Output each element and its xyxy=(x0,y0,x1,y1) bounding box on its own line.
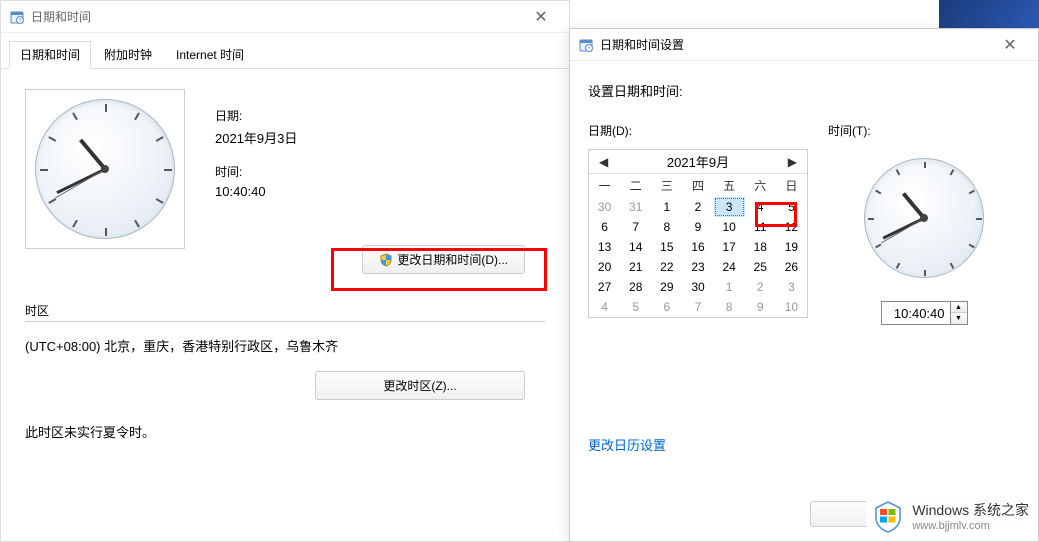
time-label: 时间: xyxy=(215,163,297,180)
calendar-day[interactable]: 1 xyxy=(714,277,745,297)
highlight-change-datetime xyxy=(331,248,547,291)
tab-datetime[interactable]: 日期和时间 xyxy=(9,41,91,69)
highlight-calendar-cell xyxy=(755,202,797,227)
calendar-day[interactable]: 25 xyxy=(745,257,776,277)
settings-heading: 设置日期和时间: xyxy=(588,81,1020,100)
calendar-day[interactable]: 23 xyxy=(682,257,713,277)
timezone-value: (UTC+08:00) 北京，重庆，香港特别行政区，乌鲁木齐 xyxy=(25,336,545,355)
calendar-weekday: 三 xyxy=(651,174,682,197)
calendar-day[interactable]: 19 xyxy=(776,237,807,257)
calendar-day[interactable]: 5 xyxy=(620,297,651,317)
calendar-weekday: 日 xyxy=(776,174,807,197)
calendar-day[interactable]: 8 xyxy=(714,297,745,317)
calendar-day[interactable]: 18 xyxy=(745,237,776,257)
date-time-window: 日期和时间 ✕ 日期和时间 附加时钟 Internet 时间 xyxy=(0,0,570,542)
calendar-day[interactable]: 28 xyxy=(620,277,651,297)
calendar-weekday: 五 xyxy=(714,174,745,197)
timezone-heading: 时区 xyxy=(25,302,545,319)
calendar-settings-link[interactable]: 更改日历设置 xyxy=(588,435,666,454)
divider xyxy=(25,321,545,322)
calendar-day[interactable]: 24 xyxy=(714,257,745,277)
calendar-month-label[interactable]: 2021年9月 xyxy=(667,152,729,171)
calendar-prev-button[interactable]: ◀ xyxy=(593,153,614,171)
calendar-day[interactable]: 31 xyxy=(620,197,651,217)
change-timezone-button[interactable]: 更改时区(Z)... xyxy=(315,371,525,400)
calendar-day[interactable]: 10 xyxy=(714,217,745,237)
date-col-label: 日期(D): xyxy=(588,122,808,139)
analog-clock xyxy=(25,89,185,249)
tabs: 日期和时间 附加时钟 Internet 时间 xyxy=(1,33,569,69)
calendar-day[interactable]: 4 xyxy=(589,297,620,317)
window-title: 日期和时间 xyxy=(31,8,521,25)
calendar-weekday: 四 xyxy=(682,174,713,197)
tab-internet-time[interactable]: Internet 时间 xyxy=(165,41,255,68)
calendar-weekday: 二 xyxy=(620,174,651,197)
calendar-weekday: 六 xyxy=(745,174,776,197)
calendar-day[interactable]: 3 xyxy=(714,197,745,217)
calendar-day[interactable]: 21 xyxy=(620,257,651,277)
calendar-day[interactable]: 1 xyxy=(651,197,682,217)
date-time-icon xyxy=(578,37,594,53)
settings-analog-clock xyxy=(859,153,989,283)
watermark-line1: Windows 系统之家 xyxy=(912,500,1029,520)
watermark-logo-icon xyxy=(870,498,906,534)
calendar-day[interactable]: 2 xyxy=(682,197,713,217)
watermark: Windows 系统之家 www.bjjmlv.com xyxy=(866,494,1033,538)
datetime-settings-window: 日期和时间设置 ✕ 设置日期和时间: 日期(D): ◀ 2021年9月 ▶ 一二… xyxy=(569,28,1039,542)
settings-window-title: 日期和时间设置 xyxy=(600,36,990,53)
calendar-day[interactable]: 22 xyxy=(651,257,682,277)
time-spinner-down[interactable]: ▼ xyxy=(951,313,967,324)
calendar-day[interactable]: 20 xyxy=(589,257,620,277)
calendar-day[interactable]: 7 xyxy=(620,217,651,237)
settings-titlebar: 日期和时间设置 ✕ xyxy=(570,29,1038,61)
calendar-day[interactable]: 9 xyxy=(745,297,776,317)
calendar-day[interactable]: 14 xyxy=(620,237,651,257)
calendar-day[interactable]: 10 xyxy=(776,297,807,317)
time-value: 10:40:40 xyxy=(215,184,297,199)
date-value: 2021年9月3日 xyxy=(215,128,297,147)
tab-additional-clocks[interactable]: 附加时钟 xyxy=(93,41,163,68)
calendar-day[interactable]: 30 xyxy=(589,197,620,217)
calendar-day[interactable]: 15 xyxy=(651,237,682,257)
calendar-day[interactable]: 13 xyxy=(589,237,620,257)
calendar-day[interactable]: 26 xyxy=(776,257,807,277)
titlebar: 日期和时间 ✕ xyxy=(1,1,569,33)
calendar-day[interactable]: 27 xyxy=(589,277,620,297)
calendar-day[interactable]: 30 xyxy=(682,277,713,297)
calendar: ◀ 2021年9月 ▶ 一二三四五六日303112345678910111213… xyxy=(588,149,808,318)
date-label: 日期: xyxy=(215,107,297,124)
calendar-day[interactable]: 17 xyxy=(714,237,745,257)
time-spinner-up[interactable]: ▲ xyxy=(951,302,967,313)
watermark-line2: www.bjjmlv.com xyxy=(912,520,1029,532)
close-button[interactable]: ✕ xyxy=(521,3,561,31)
time-input[interactable] xyxy=(881,301,951,325)
calendar-day[interactable]: 29 xyxy=(651,277,682,297)
calendar-day[interactable]: 7 xyxy=(682,297,713,317)
calendar-day[interactable]: 6 xyxy=(589,217,620,237)
calendar-day[interactable]: 3 xyxy=(776,277,807,297)
calendar-weekday: 一 xyxy=(589,174,620,197)
time-spinner: ▲ ▼ xyxy=(951,301,968,325)
calendar-next-button[interactable]: ▶ xyxy=(782,153,803,171)
settings-close-button[interactable]: ✕ xyxy=(990,31,1030,59)
calendar-day[interactable]: 16 xyxy=(682,237,713,257)
calendar-day[interactable]: 6 xyxy=(651,297,682,317)
calendar-day[interactable]: 2 xyxy=(745,277,776,297)
dst-note: 此时区未实行夏令时。 xyxy=(25,422,545,441)
time-col-label: 时间(T): xyxy=(828,122,871,139)
date-time-icon xyxy=(9,9,25,25)
calendar-day[interactable]: 9 xyxy=(682,217,713,237)
calendar-day[interactable]: 8 xyxy=(651,217,682,237)
